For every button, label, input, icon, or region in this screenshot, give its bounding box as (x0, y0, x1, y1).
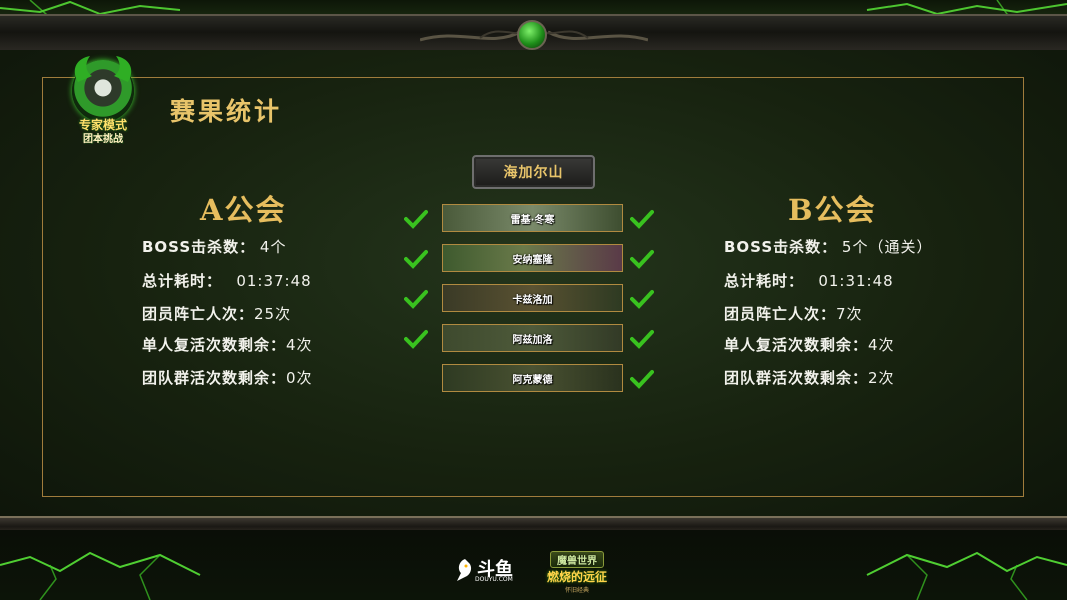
raid-map-button[interactable]: 海加尔山 (472, 155, 595, 189)
wow-line-1: 魔兽世界 (550, 551, 604, 568)
boss-name: 阿克蒙德 (512, 374, 553, 386)
guild-b-stat-boss-kills: BOSS击杀数： 5个（通关） (724, 236, 932, 257)
stat-value: 4次 (868, 336, 895, 354)
boss-name: 安纳塞隆 (512, 254, 553, 266)
douyu-url: DOUYU.COM (475, 576, 513, 583)
stat-value: 4个 (259, 238, 287, 256)
stat-label: BOSS击杀数： (724, 238, 838, 256)
douyu-fish-icon (457, 559, 472, 581)
stat-label: 团员阵亡人次： (142, 305, 255, 323)
stat-value: 25次 (254, 305, 292, 323)
wow-tbc-classic-logo: 魔兽世界 燃烧的远征 怀旧经典 (542, 551, 612, 594)
guild-b-kill-check-icon (630, 290, 654, 309)
stat-value: 5个（通关） (841, 238, 933, 256)
horns-icon (74, 56, 132, 82)
boss-row[interactable]: 雷基·冬寒 (442, 204, 623, 232)
fel-gem-icon (517, 20, 547, 50)
guild-b-name: B公会 (788, 193, 877, 227)
expert-mode-logo: 专家模式 团本挑战 (64, 54, 142, 145)
stat-value: 4次 (286, 336, 313, 354)
stat-label: 团员阵亡人次： (724, 305, 837, 323)
stat-value: 01:37:48 (236, 272, 312, 290)
boss-row[interactable]: 卡兹洛加 (442, 284, 623, 312)
stat-value: 0次 (286, 369, 313, 387)
stat-value: 7次 (836, 305, 863, 323)
guild-b-kill-check-icon (630, 330, 654, 349)
stat-label: 总计耗时： (142, 272, 223, 290)
stat-value: 2次 (868, 369, 895, 387)
guild-a-stat-boss-kills: BOSS击杀数： 4个 (142, 236, 286, 257)
guild-a-stat-total-time: 总计耗时： 01:37:48 (142, 270, 312, 291)
stat-label: 总计耗时： (724, 272, 805, 290)
boss-name: 卡兹洛加 (512, 294, 553, 306)
logo-line-2: 团本挑战 (83, 134, 123, 145)
guild-b-kill-check-icon (630, 250, 654, 269)
stat-label: BOSS击杀数： (142, 238, 256, 256)
fel-lightning-left-bottom (0, 551, 201, 600)
guild-a-stat-group-revives: 团队群活次数剩余：0次 (142, 367, 313, 388)
boss-name: 阿兹加洛 (512, 334, 553, 346)
stat-label: 团队群活次数剩余： (724, 369, 869, 387)
guild-b-stat-single-revives: 单人复活次数剩余：4次 (724, 334, 895, 355)
guild-a-kill-check-icon (404, 210, 428, 229)
guild-b-kill-check-icon (630, 370, 654, 389)
wow-line-3: 怀旧经典 (564, 587, 589, 594)
wow-line-2: 燃烧的远征 (546, 570, 607, 584)
boss-row[interactable]: 安纳塞隆 (442, 244, 623, 272)
guild-a-kill-check-icon (404, 250, 428, 269)
guild-b-kill-check-icon (630, 210, 654, 229)
guild-b-stat-group-revives: 团队群活次数剩余：2次 (724, 367, 895, 388)
page-title: 赛果统计 (170, 97, 283, 126)
stat-label: 团队群活次数剩余： (142, 369, 287, 387)
guild-b-stat-total-time: 总计耗时： 01:31:48 (724, 270, 894, 291)
guild-a-stat-deaths: 团员阵亡人次：25次 (142, 303, 291, 324)
guild-a-stat-single-revives: 单人复活次数剩余：4次 (142, 334, 313, 355)
guild-b-stat-deaths: 团员阵亡人次：7次 (724, 303, 863, 324)
boss-row[interactable]: 阿克蒙德 (442, 364, 623, 392)
stat-value: 01:31:48 (818, 272, 894, 290)
stat-label: 单人复活次数剩余： (724, 336, 869, 354)
boss-name: 雷基·冬寒 (510, 214, 555, 226)
guild-a-kill-check-icon (404, 290, 428, 309)
guild-a-name: A公会 (200, 193, 287, 227)
stat-label: 单人复活次数剩余： (142, 336, 287, 354)
fel-lightning-right-bottom (866, 551, 1067, 600)
boss-row[interactable]: 阿兹加洛 (442, 324, 623, 352)
guild-a-kill-check-icon (404, 330, 428, 349)
